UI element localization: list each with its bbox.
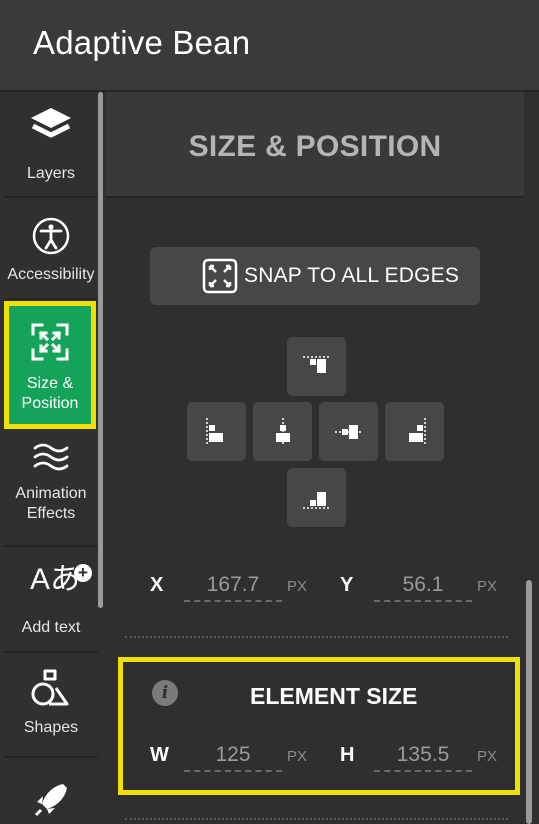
x-position-input[interactable]: 167.7 <box>184 572 282 602</box>
sidebar-item-label-line1: Size & <box>26 375 74 392</box>
element-size-title: ELEMENT SIZE <box>250 683 418 709</box>
sidebar-item-layers[interactable]: Layers <box>4 104 98 186</box>
height-input[interactable]: 135.5 <box>374 742 472 772</box>
sidebar-item-accessibility[interactable]: Accessibility <box>4 216 98 290</box>
align-left-icon <box>206 418 223 446</box>
panel-title: SIZE & POSITION <box>188 130 442 163</box>
align-top-button[interactable] <box>287 337 346 396</box>
sidebar-item-size-position[interactable]: Size & Position <box>4 301 96 429</box>
align-middle-vertical-icon <box>335 425 363 439</box>
y-position-input[interactable]: 56.1 <box>374 572 472 602</box>
align-right-button[interactable] <box>385 402 444 461</box>
sidebar-item-label-line2: Position <box>21 395 79 412</box>
width-label: W <box>150 744 169 766</box>
section-divider <box>125 636 508 638</box>
sidebar-item-label: Accessibility <box>7 266 95 283</box>
resize-arrows-icon <box>31 323 69 361</box>
align-center-horizontal-button[interactable] <box>253 402 312 461</box>
sidebar-item-label: Shapes <box>23 719 79 736</box>
add-text-icon: Aあ + <box>4 564 98 604</box>
sidebar-divider <box>4 651 98 653</box>
sidebar-item-add-text[interactable]: Aあ + Add text <box>4 564 98 640</box>
sidebar-item-shapes[interactable]: Shapes <box>4 668 98 742</box>
sidebar-divider <box>4 756 98 758</box>
sidebar-divider <box>4 545 98 547</box>
accessibility-icon <box>32 217 70 255</box>
app-title: Adaptive Bean <box>33 24 251 61</box>
shapes-icon <box>31 669 69 706</box>
panel-header: SIZE & POSITION <box>106 92 524 198</box>
align-middle-vertical-button[interactable] <box>319 402 378 461</box>
sidebar-item-label: Layers <box>26 165 76 182</box>
align-center-horizontal-icon <box>276 418 290 446</box>
align-top-icon <box>303 356 331 373</box>
rocket-icon <box>34 784 67 817</box>
sidebar-item-label-line2: Effects <box>26 505 76 522</box>
x-label: X <box>150 574 164 596</box>
align-right-icon <box>409 418 426 446</box>
waves-icon <box>33 443 69 471</box>
sidebar-item-label: Add text <box>21 619 81 636</box>
element-size-section <box>118 657 520 795</box>
snap-edges-icon <box>202 258 238 294</box>
width-input[interactable]: 125 <box>184 742 282 772</box>
layers-icon <box>31 108 71 138</box>
sidebar-scrollbar[interactable] <box>98 92 103 608</box>
sidebar-item-publish[interactable] <box>4 780 98 824</box>
app-header: Adaptive Bean <box>0 0 539 92</box>
sidebar-divider <box>4 196 98 198</box>
x-unit: PX <box>287 578 308 595</box>
sidebar-item-animation-effects[interactable]: Animation Effects <box>4 440 98 526</box>
sidebar-divider <box>4 298 98 300</box>
snap-button-label: SNAP TO ALL EDGES <box>244 264 460 287</box>
y-label: Y <box>340 574 354 596</box>
align-bottom-button[interactable] <box>287 468 346 527</box>
align-left-button[interactable] <box>187 402 246 461</box>
snap-to-all-edges-button[interactable]: SNAP TO ALL EDGES <box>150 247 480 305</box>
width-unit: PX <box>287 748 308 765</box>
height-label: H <box>340 744 355 766</box>
panel-scrollbar[interactable] <box>526 580 532 824</box>
height-unit: PX <box>477 748 498 765</box>
info-icon[interactable]: i <box>152 680 178 706</box>
section-divider <box>125 818 508 820</box>
y-unit: PX <box>477 578 498 595</box>
align-bottom-icon <box>303 492 331 509</box>
sidebar-item-label-line1: Animation <box>15 485 87 502</box>
